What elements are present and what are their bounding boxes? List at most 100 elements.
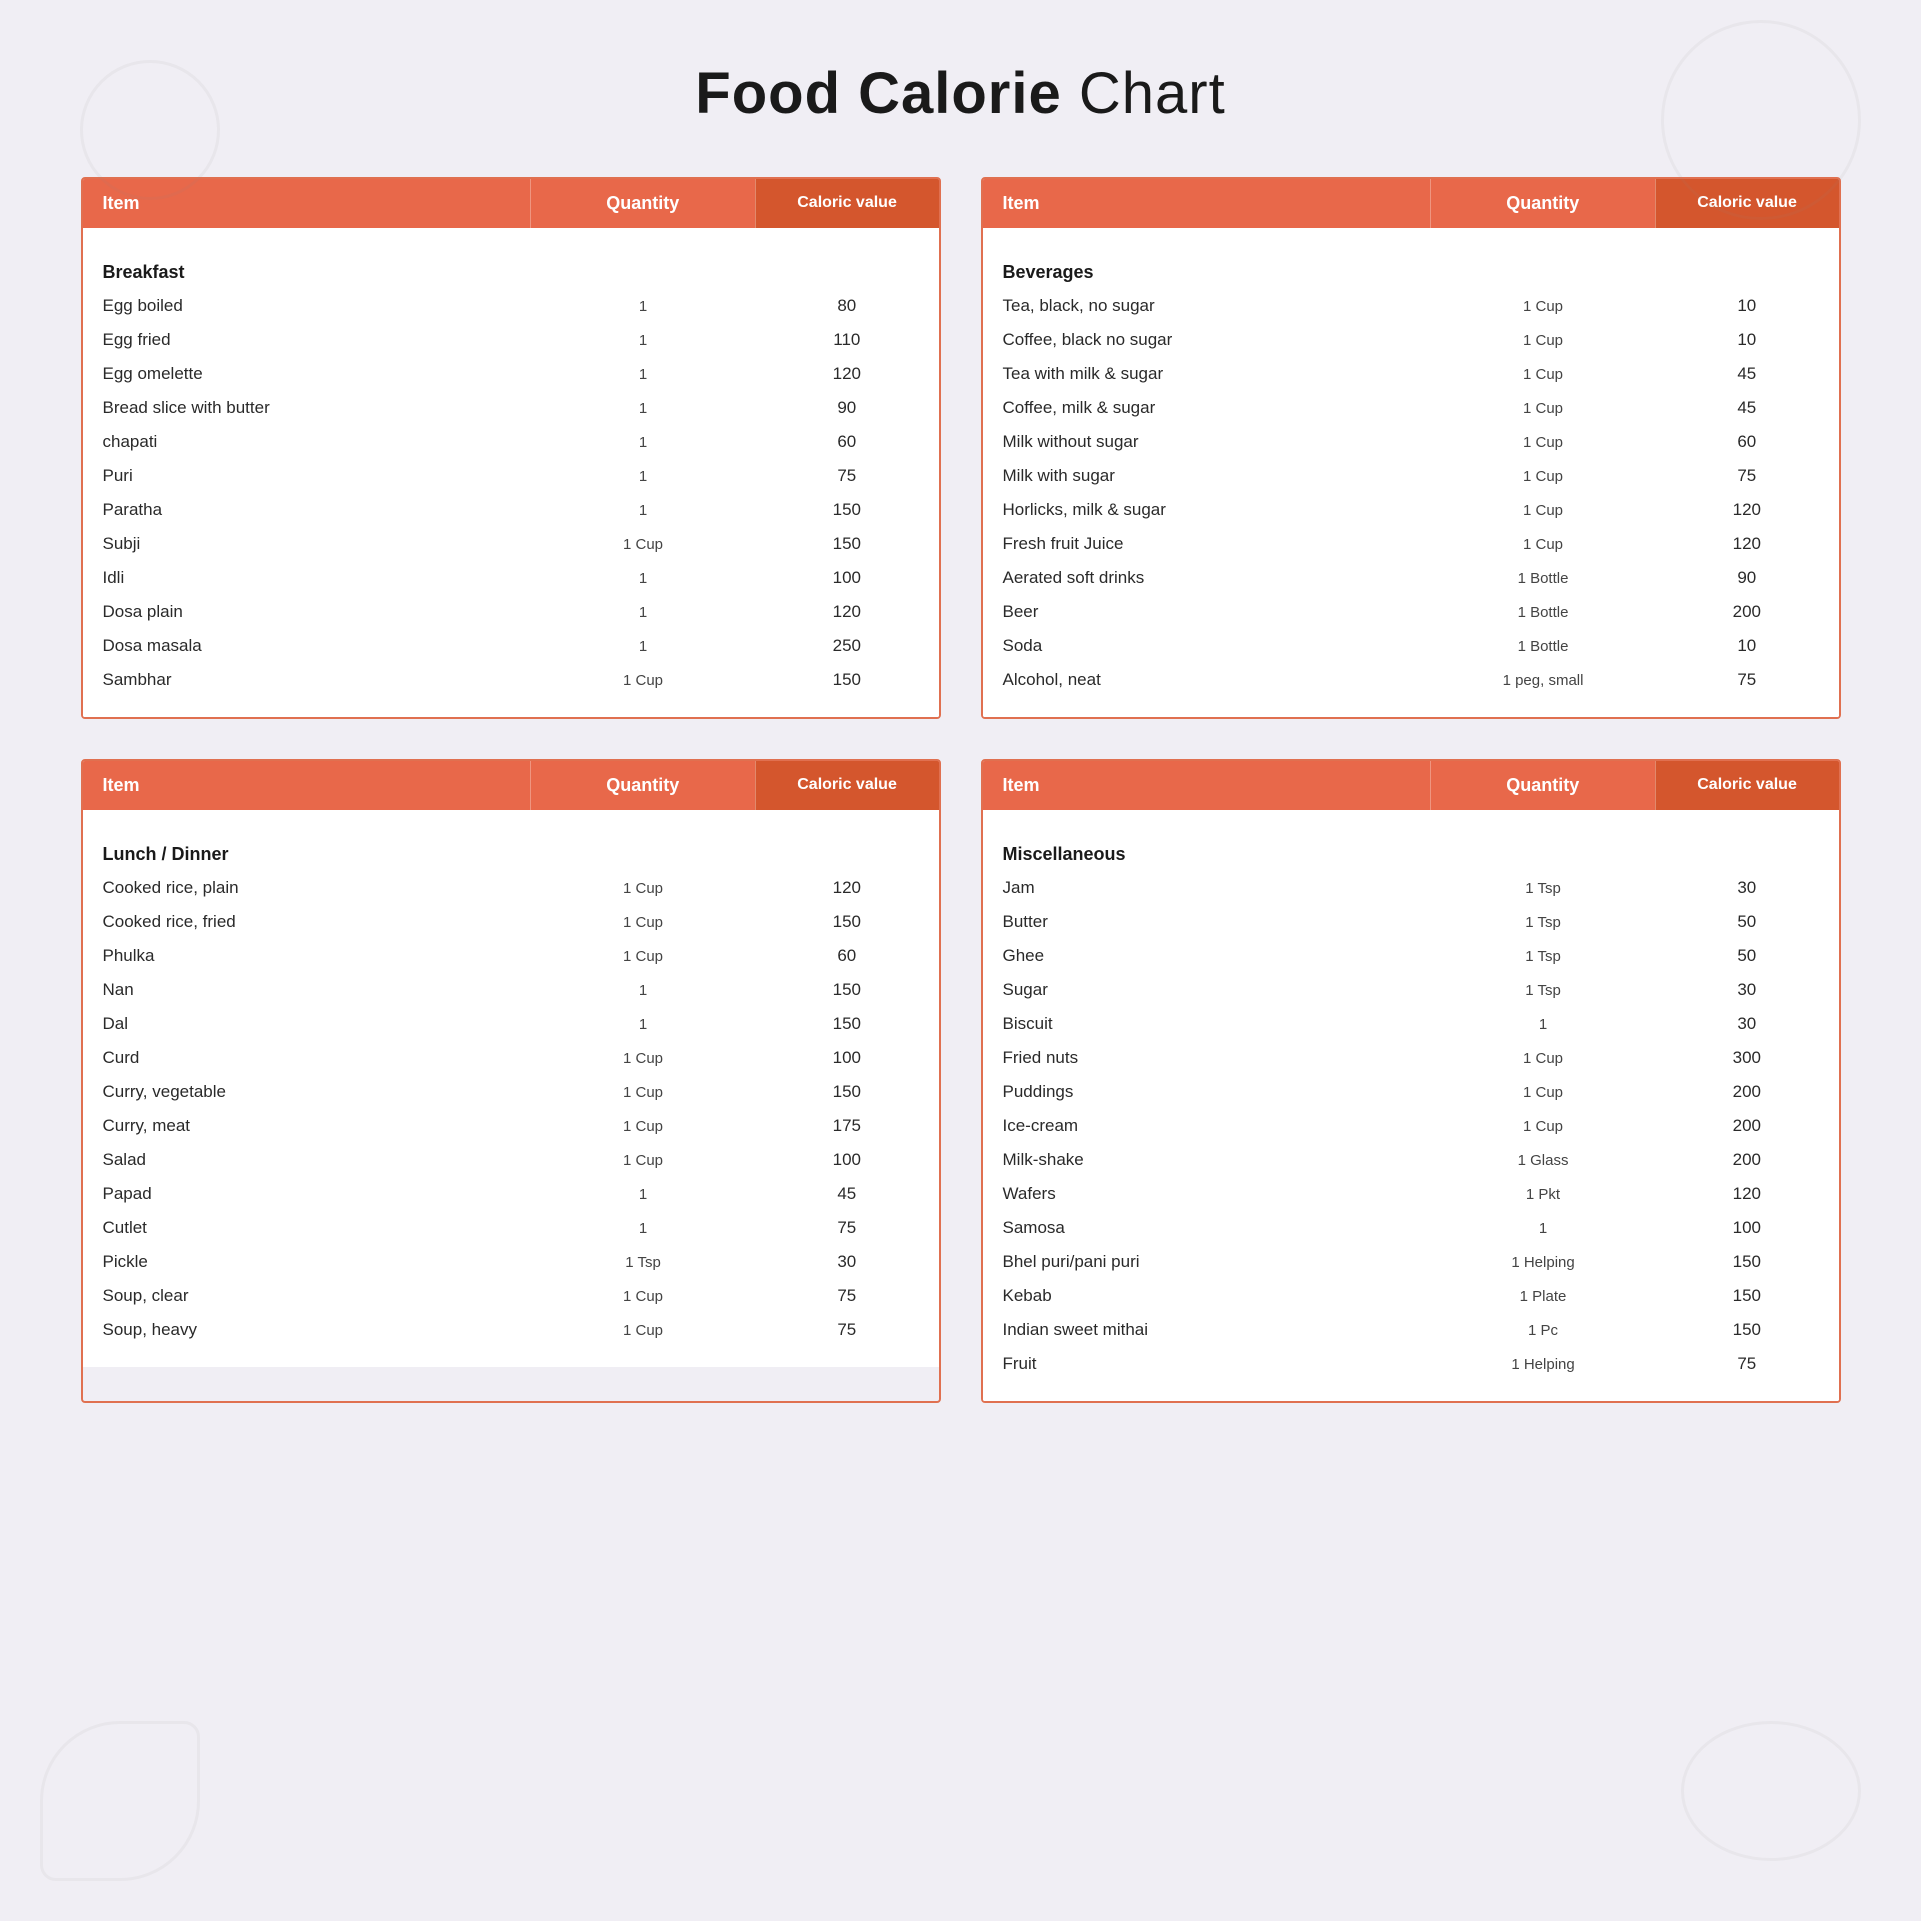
row-quantity: 1 Cup (531, 1043, 755, 1074)
table-row: Bread slice with butter 1 90 (83, 391, 939, 425)
table-row: Cutlet 1 75 (83, 1211, 939, 1245)
beverages-table: Item Quantity Caloric value Beverages Te… (981, 177, 1841, 719)
breakfast-bottom-spacer (83, 697, 939, 717)
row-item: Egg fried (83, 323, 531, 357)
table-row: chapati 1 60 (83, 425, 939, 459)
breakfast-header-item: Item (83, 179, 530, 228)
row-quantity: 1 peg, small (1431, 665, 1655, 696)
beverages-header-item: Item (983, 179, 1430, 228)
row-item: Subji (83, 527, 531, 561)
row-item: Cutlet (83, 1211, 531, 1245)
table-row: Pickle 1 Tsp 30 (83, 1245, 939, 1279)
row-caloric: 200 (1655, 1075, 1838, 1109)
miscellaneous-rows: Jam 1 Tsp 30 Butter 1 Tsp 50 Ghee 1 Tsp … (983, 871, 1839, 1381)
table-row: Kebab 1 Plate 150 (983, 1279, 1839, 1313)
row-item: Milk without sugar (983, 425, 1431, 459)
table-row: Sambhar 1 Cup 150 (83, 663, 939, 697)
row-caloric: 75 (1655, 663, 1838, 697)
row-item: Samosa (983, 1211, 1431, 1245)
row-item: Papad (83, 1177, 531, 1211)
row-quantity: 1 Cup (531, 873, 755, 904)
row-caloric: 90 (755, 391, 938, 425)
lunch-dinner-table-body: Lunch / Dinner Cooked rice, plain 1 Cup … (83, 810, 939, 1367)
table-row: Dosa masala 1 250 (83, 629, 939, 663)
row-quantity: 1 Cup (1431, 393, 1655, 424)
miscellaneous-table-header: Item Quantity Caloric value (983, 761, 1839, 810)
row-quantity: 1 (531, 427, 755, 458)
table-row: Egg fried 1 110 (83, 323, 939, 357)
row-item: Puri (83, 459, 531, 493)
row-caloric: 150 (755, 1075, 938, 1109)
row-item: Indian sweet mithai (983, 1313, 1431, 1347)
row-item: Milk-shake (983, 1143, 1431, 1177)
lunch-dinner-table: Item Quantity Caloric value Lunch / Dinn… (81, 759, 941, 1403)
row-caloric: 150 (1655, 1279, 1838, 1313)
breakfast-header-quantity: Quantity (530, 179, 755, 228)
row-caloric: 75 (1655, 1347, 1838, 1381)
row-item: Paratha (83, 493, 531, 527)
row-caloric: 30 (1655, 1007, 1838, 1041)
table-row: Phulka 1 Cup 60 (83, 939, 939, 973)
row-caloric: 120 (755, 595, 938, 629)
table-row: Egg omelette 1 120 (83, 357, 939, 391)
row-item: Horlicks, milk & sugar (983, 493, 1431, 527)
beverages-table-body: Beverages Tea, black, no sugar 1 Cup 10 … (983, 228, 1839, 717)
row-item: Soup, clear (83, 1279, 531, 1313)
row-item: Fresh fruit Juice (983, 527, 1431, 561)
row-caloric: 150 (755, 663, 938, 697)
row-caloric: 100 (1655, 1211, 1838, 1245)
row-caloric: 75 (755, 1211, 938, 1245)
lunch-dinner-spacer-top (83, 810, 939, 826)
row-caloric: 75 (1655, 459, 1838, 493)
row-item: Bread slice with butter (83, 391, 531, 425)
beverages-bottom-spacer (983, 697, 1839, 717)
breakfast-table-header: Item Quantity Caloric value (83, 179, 939, 228)
beverages-spacer-top (983, 228, 1839, 244)
row-caloric: 120 (755, 871, 938, 905)
table-row: Egg boiled 1 80 (83, 289, 939, 323)
table-row: Wafers 1 Pkt 120 (983, 1177, 1839, 1211)
row-quantity: 1 Cup (1431, 427, 1655, 458)
row-item: Sugar (983, 973, 1431, 1007)
table-row: Samosa 1 100 (983, 1211, 1839, 1245)
table-row: Nan 1 150 (83, 973, 939, 1007)
row-quantity: 1 Cup (1431, 291, 1655, 322)
row-quantity: 1 (1431, 1009, 1655, 1040)
table-row: Bhel puri/pani puri 1 Helping 150 (983, 1245, 1839, 1279)
row-item: Pickle (83, 1245, 531, 1279)
row-caloric: 50 (1655, 939, 1838, 973)
row-quantity: 1 Bottle (1431, 563, 1655, 594)
row-item: Puddings (983, 1075, 1431, 1109)
row-item: Egg omelette (83, 357, 531, 391)
row-caloric: 100 (755, 1041, 938, 1075)
table-row: Curry, meat 1 Cup 175 (83, 1109, 939, 1143)
miscellaneous-header-quantity: Quantity (1430, 761, 1655, 810)
lunch-dinner-header-caloric: Caloric value (755, 761, 939, 810)
page-title: Food Calorie Chart (695, 60, 1225, 127)
row-item: Dosa masala (83, 629, 531, 663)
row-item: Idli (83, 561, 531, 595)
row-quantity: 1 (531, 1179, 755, 1210)
row-quantity: 1 Cup (531, 665, 755, 696)
row-quantity: 1 Helping (1431, 1247, 1655, 1278)
table-row: Ghee 1 Tsp 50 (983, 939, 1839, 973)
breakfast-header-caloric: Caloric value (755, 179, 939, 228)
beverages-table-header: Item Quantity Caloric value (983, 179, 1839, 228)
row-caloric: 45 (755, 1177, 938, 1211)
table-row: Milk with sugar 1 Cup 75 (983, 459, 1839, 493)
row-caloric: 10 (1655, 289, 1838, 323)
row-item: Fried nuts (983, 1041, 1431, 1075)
row-item: Soup, heavy (83, 1313, 531, 1347)
row-quantity: 1 (531, 359, 755, 390)
breakfast-section-label: Breakfast (83, 244, 939, 289)
row-quantity: 1 Cup (1431, 359, 1655, 390)
table-row: Papad 1 45 (83, 1177, 939, 1211)
row-caloric: 150 (755, 973, 938, 1007)
miscellaneous-bottom-spacer (983, 1381, 1839, 1401)
table-row: Curry, vegetable 1 Cup 150 (83, 1075, 939, 1109)
row-item: Tea, black, no sugar (983, 289, 1431, 323)
row-item: chapati (83, 425, 531, 459)
table-row: Idli 1 100 (83, 561, 939, 595)
tables-row-1: Item Quantity Caloric value Breakfast Eg… (81, 177, 1841, 719)
row-quantity: 1 Tsp (1431, 975, 1655, 1006)
